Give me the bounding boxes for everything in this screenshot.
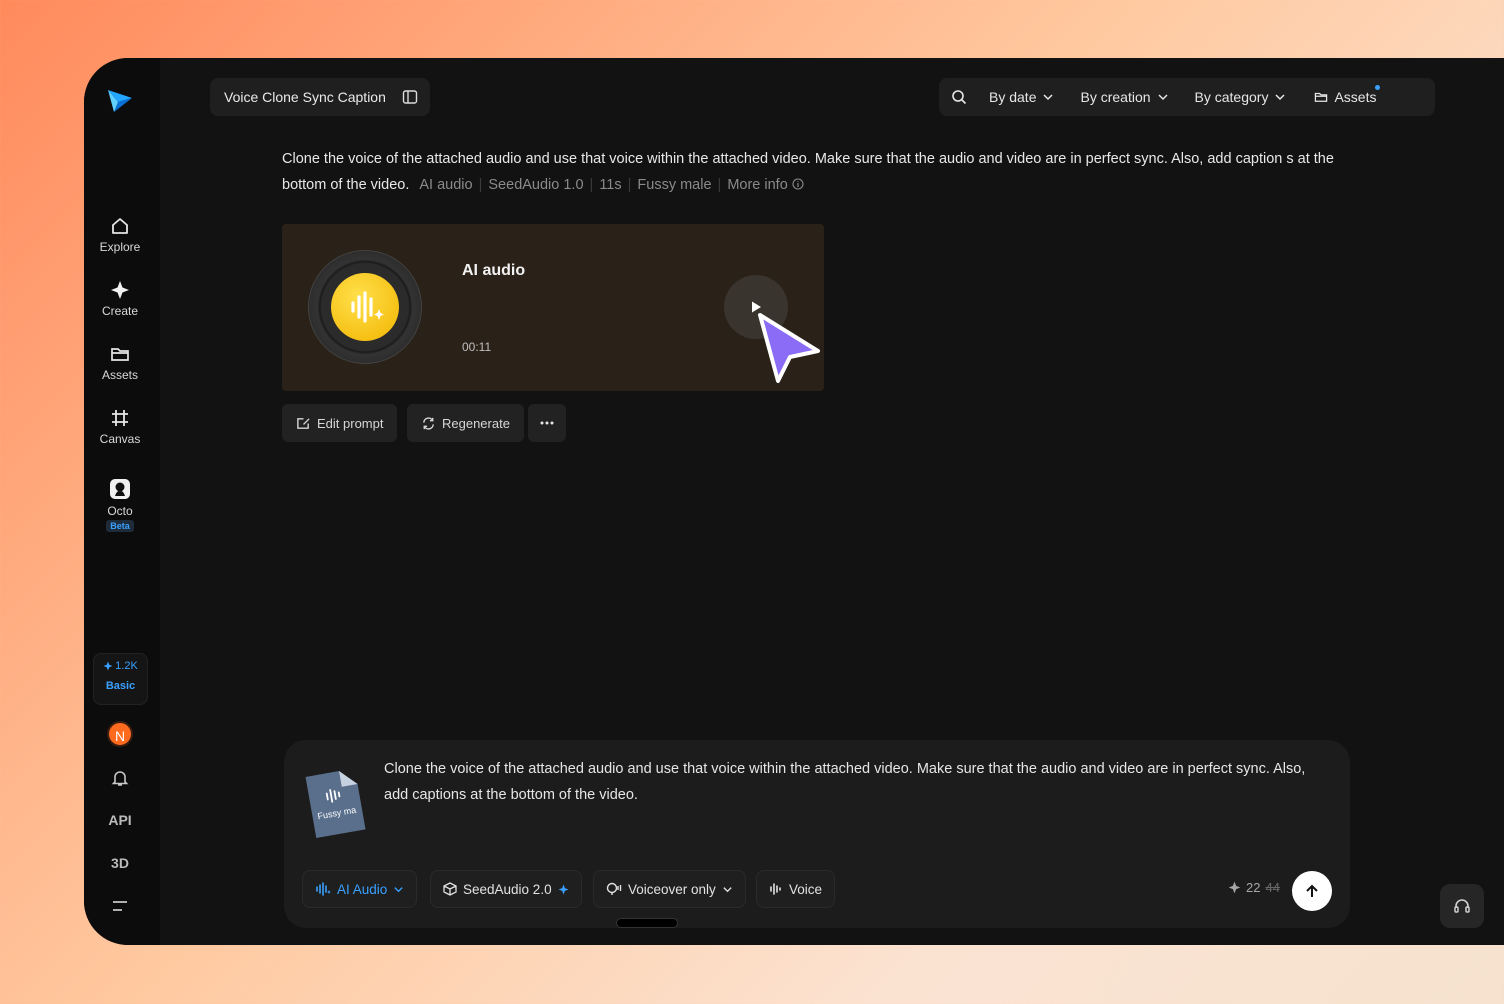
sidebar-item-assets[interactable]: Assets: [84, 344, 156, 382]
credits-amount: 1.2K: [115, 660, 138, 672]
sidebar-item-canvas[interactable]: Canvas: [84, 408, 156, 446]
info-icon: [792, 178, 804, 190]
credit-cost: 22 44: [1228, 880, 1280, 895]
filter-bar: By date By creation By category Assets: [939, 78, 1435, 116]
audio-file-icon[interactable]: Fussy ma: [304, 762, 368, 838]
result-prompt: Clone the voice of the attached audio an…: [282, 151, 1334, 193]
chevron-down-icon: [723, 886, 732, 892]
sidebar-item-label: Canvas: [99, 432, 141, 446]
assets-button[interactable]: Assets: [1314, 85, 1381, 105]
sidebar-item-label: Explore: [99, 240, 141, 254]
panel-toggle-icon[interactable]: [402, 89, 418, 105]
audio-disc-label: [331, 273, 399, 341]
sidebar: Explore Create Assets Canvas Octo Beta 1…: [84, 58, 160, 945]
home-icon: [112, 218, 128, 234]
regenerate-button[interactable]: Regenerate: [407, 404, 524, 442]
sparkle-icon: [1228, 881, 1241, 894]
octo-icon: [110, 479, 130, 499]
threed-link[interactable]: 3D: [84, 855, 156, 871]
sparkle-icon: [558, 884, 569, 894]
sidebar-item-octo[interactable]: Octo Beta: [84, 478, 156, 532]
project-title-bar[interactable]: Voice Clone Sync Caption: [210, 78, 430, 116]
sidebar-item-create[interactable]: Create: [84, 280, 156, 318]
folder-icon: [111, 348, 129, 361]
audio-result-card[interactable]: AI audio 00:11: [282, 224, 824, 391]
meta-type: AI audio: [419, 177, 473, 193]
more-info-label: More info: [727, 177, 788, 193]
edit-prompt-button[interactable]: Edit prompt: [282, 404, 398, 442]
voice-selector[interactable]: Voice: [756, 870, 836, 908]
menu-icon[interactable]: [111, 898, 129, 914]
sidebar-item-explore[interactable]: Explore: [84, 216, 156, 254]
waveform-icon: [351, 291, 384, 323]
edit-prompt-label: Edit prompt: [317, 415, 384, 431]
audio-wave-icon: [770, 883, 781, 895]
notification-dot: [1375, 85, 1381, 90]
chevron-down-icon: [1275, 94, 1285, 101]
audio-disc: [309, 251, 421, 363]
sidebar-item-label: Create: [101, 304, 139, 318]
filter-label: By category: [1194, 89, 1269, 105]
more-icon: [540, 421, 554, 425]
regenerate-label: Regenerate: [442, 415, 510, 431]
beta-badge: Beta: [106, 520, 134, 532]
audio-wave-icon: [316, 882, 331, 896]
model-selector[interactable]: SeedAudio 2.0: [430, 870, 582, 908]
credits-panel[interactable]: 1.2K Basic: [93, 653, 148, 705]
headset-icon: [1454, 899, 1470, 913]
voiceover-selector[interactable]: Voiceover only: [593, 870, 746, 908]
support-button[interactable]: [1440, 884, 1484, 928]
cube-icon: [443, 882, 457, 896]
filter-by-date[interactable]: By date: [989, 89, 1054, 105]
chevron-down-icon: [1158, 94, 1168, 101]
chevron-down-icon: [394, 886, 403, 892]
pointer-cursor-icon: [758, 313, 820, 383]
sidebar-item-label: Octo: [107, 504, 133, 518]
audio-title: AI audio: [462, 262, 526, 279]
sparkle-icon: [111, 281, 129, 299]
send-button[interactable]: [1292, 871, 1332, 911]
mode-selector[interactable]: AI Audio: [302, 870, 418, 908]
chevron-down-icon: [1043, 94, 1054, 101]
refresh-icon: [423, 416, 434, 430]
meta-duration: 11s: [599, 177, 622, 193]
voiceover-label: Voiceover only: [628, 881, 716, 897]
voice-label: Voice: [789, 881, 823, 897]
filter-by-category[interactable]: By category: [1195, 89, 1287, 105]
prompt-input[interactable]: Clone the voice of the attached audio an…: [384, 756, 1324, 808]
voiceover-icon: [606, 882, 622, 895]
plan-label: Basic: [105, 680, 136, 692]
edit-icon: [297, 417, 310, 429]
more-info-link[interactable]: More info: [727, 177, 804, 193]
assets-label: Assets: [1334, 89, 1377, 105]
api-link[interactable]: API: [84, 812, 156, 828]
mode-label: AI Audio: [337, 881, 388, 897]
more-options-button[interactable]: [528, 404, 566, 442]
model-label: SeedAudio 2.0: [463, 881, 552, 897]
meta-voice: Fussy male: [637, 177, 712, 193]
cost-old: 44: [1265, 880, 1280, 895]
avatar[interactable]: N: [107, 721, 133, 747]
cost-new: 22: [1246, 880, 1261, 895]
meta-model: SeedAudio 1.0: [488, 177, 584, 193]
arrow-up-icon: [1306, 884, 1318, 897]
folder-icon: [1315, 92, 1328, 102]
sparkle-icon: [103, 661, 113, 671]
app-window: Explore Create Assets Canvas Octo Beta 1…: [84, 58, 1504, 945]
app-logo-icon[interactable]: [104, 84, 136, 116]
canvas-icon: [112, 410, 128, 426]
bell-icon[interactable]: [110, 768, 130, 788]
prompt-composer: Fussy ma Clone the voice of the attached…: [284, 740, 1350, 928]
filter-by-creation[interactable]: By creation: [1080, 89, 1168, 105]
filter-label: By date: [989, 89, 1037, 105]
filter-label: By creation: [1080, 89, 1151, 105]
page-title: Voice Clone Sync Caption: [224, 89, 386, 105]
search-icon[interactable]: [951, 89, 967, 105]
sidebar-item-label: Assets: [101, 368, 138, 382]
drag-handle[interactable]: [616, 918, 678, 928]
audio-duration: 00:11: [462, 340, 492, 354]
